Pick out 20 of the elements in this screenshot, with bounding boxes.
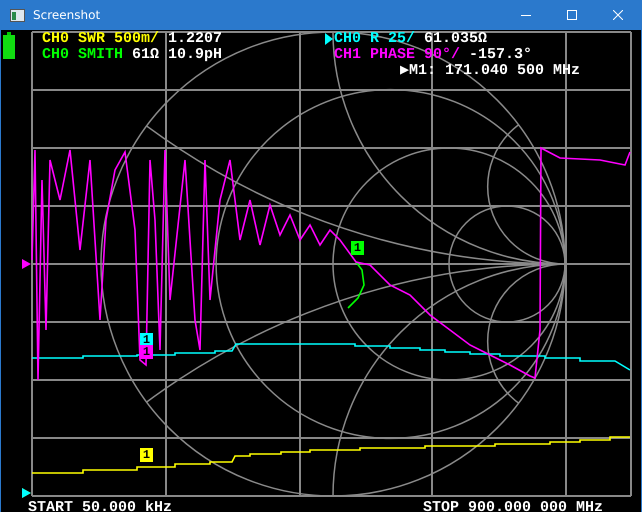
trace-value: -157.3°	[469, 47, 532, 63]
start-frequency: START 50.000 kHz	[28, 500, 172, 512]
trace-value: 61.035Ω	[424, 31, 488, 47]
trace-value: 1.2207	[168, 31, 222, 47]
close-icon	[613, 10, 623, 20]
marker-flag: 1	[140, 448, 153, 462]
trace-label: CH0 R 25/	[334, 31, 416, 47]
window-title: Screenshot	[33, 8, 102, 22]
maximize-icon	[567, 10, 577, 20]
reference-marker-icon	[22, 259, 31, 269]
app-icon	[10, 8, 25, 22]
stop-frequency: STOP 900.000 000 MHz	[422, 500, 603, 512]
marker-flag: 1	[351, 241, 364, 255]
marker-readout: ▶M1: 171.040 500 MHz	[399, 63, 580, 79]
battery-icon	[3, 32, 15, 59]
marker-flag: 1	[140, 345, 153, 359]
trace-label: CH1 PHASE 90°/	[334, 47, 460, 63]
trace-label: CH0 SWR 500m/	[42, 31, 160, 47]
trace-value: 61Ω 10.9pH	[132, 47, 222, 63]
trace-label: CH0 SMITH	[42, 47, 124, 63]
